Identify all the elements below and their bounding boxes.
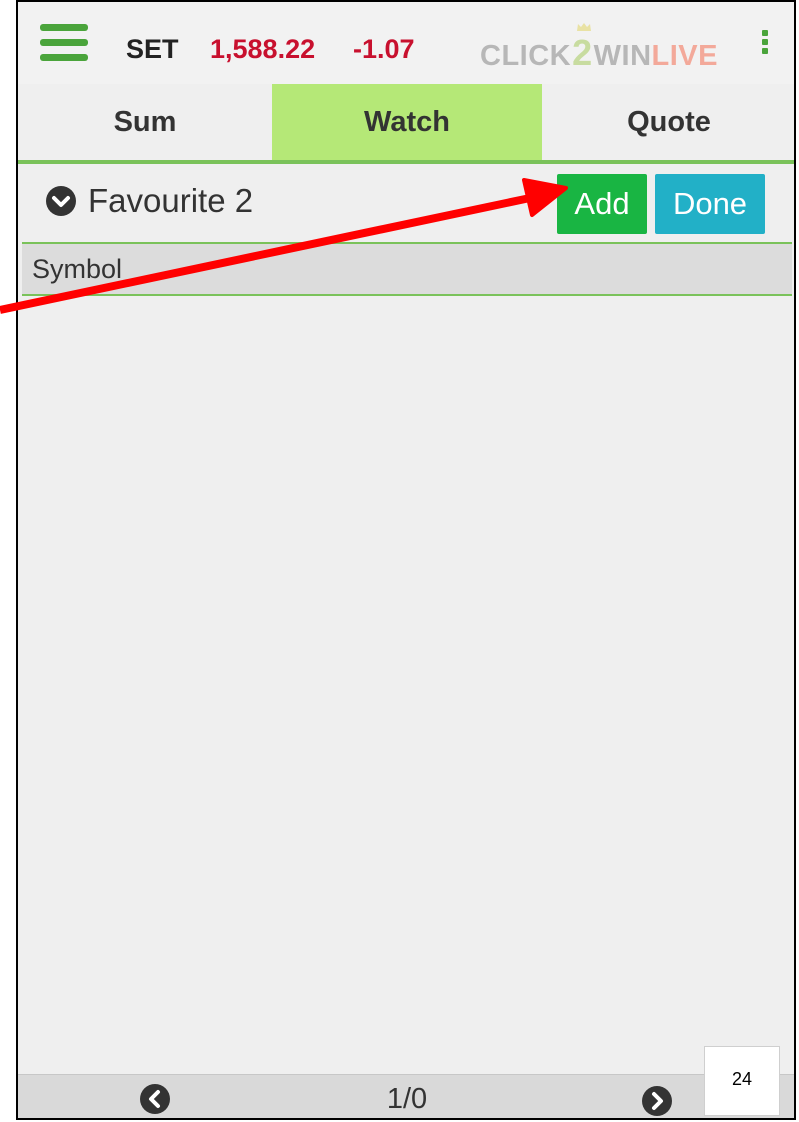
hamburger-icon[interactable] bbox=[40, 24, 88, 64]
tab-watch[interactable]: Watch bbox=[272, 84, 542, 160]
index-value: 1,588.22 bbox=[210, 34, 316, 64]
column-header-symbol: Symbol bbox=[32, 254, 123, 284]
done-button[interactable]: Done bbox=[655, 174, 765, 234]
crown-icon bbox=[577, 23, 592, 31]
add-button[interactable]: Add bbox=[557, 174, 647, 234]
tab-bar: Sum Watch Quote bbox=[18, 84, 794, 160]
click2win-logo: CLICK 2WINLIVE bbox=[480, 23, 718, 74]
index-change: -1.07 bbox=[353, 34, 415, 64]
pagination-bar: 1/0 bbox=[18, 1074, 794, 1118]
tab-underline bbox=[18, 160, 794, 164]
watchlist-group-selector[interactable]: Favourite 2 bbox=[46, 182, 253, 220]
chevron-right-circle-icon[interactable] bbox=[642, 1086, 672, 1116]
table-header: Symbol bbox=[22, 242, 792, 296]
tab-quote[interactable]: Quote bbox=[542, 84, 794, 160]
chevron-down-circle-icon bbox=[46, 186, 76, 216]
index-name: SET bbox=[126, 34, 179, 64]
watchlist-table-body bbox=[18, 296, 794, 1076]
watchlist-group-title: Favourite 2 bbox=[88, 182, 254, 219]
app-frame: SET 1,588.22 -1.07 CLICK 2WINLIVE Sum Wat… bbox=[16, 0, 796, 1120]
page-indicator: 1/0 bbox=[386, 1083, 428, 1115]
top-bar: SET 1,588.22 -1.07 CLICK 2WINLIVE bbox=[18, 2, 794, 84]
page-number-badge: 24 bbox=[704, 1046, 780, 1116]
kebab-menu-icon[interactable] bbox=[762, 30, 770, 60]
tab-sum[interactable]: Sum bbox=[18, 84, 272, 160]
